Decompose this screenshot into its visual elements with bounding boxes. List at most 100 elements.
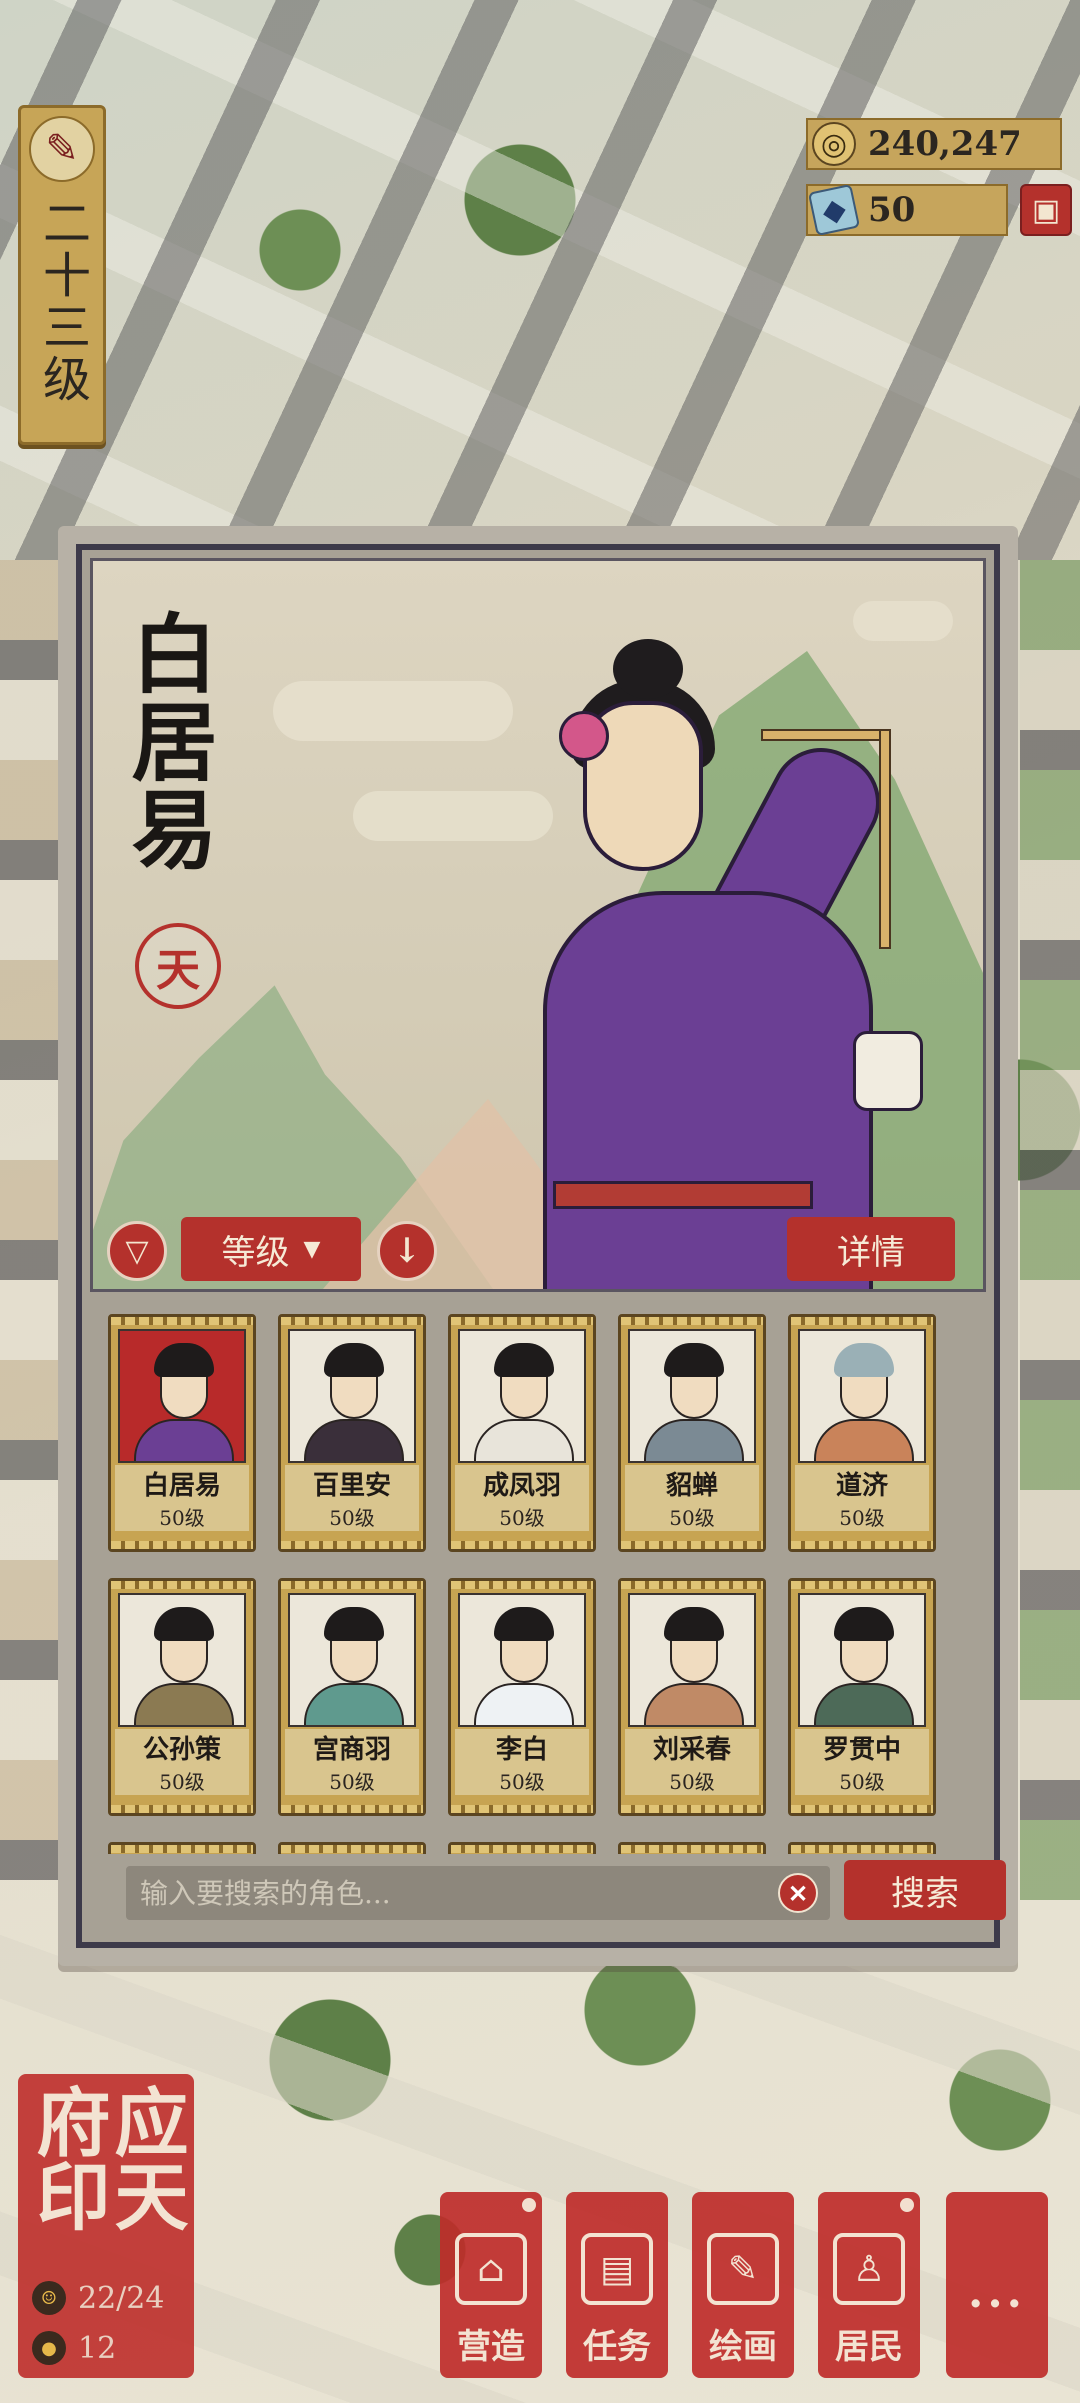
nav-label: 居民 [835,2327,903,2367]
character-card[interactable]: 成凤羽 50级 [448,1314,596,1552]
details-button[interactable]: 详情 [787,1217,955,1281]
search-input[interactable] [126,1866,766,1920]
character-seal-icon: 天 [135,923,221,1009]
character-card[interactable]: 刘采春 50级 [618,1578,766,1816]
character-card-level: 50级 [115,1766,249,1795]
character-card[interactable]: 道济 50级 [788,1314,936,1552]
city-name: 应天府印 [24,2084,188,2232]
character-card-level: 50级 [115,1502,249,1531]
nav-label: 营造 [457,2327,525,2367]
character-avatar [458,1329,586,1463]
character-panel-frame: 白居易 天 ▽ 等级 ▼ ↓ 详情 白居易 50级 百里安 50级 成凤羽 50… [76,544,1006,1948]
clear-icon[interactable]: ✕ [778,1873,818,1913]
character-card-name: 白居易 [115,1465,249,1502]
nav-paint-button[interactable]: ✎ 绘画 [692,2192,794,2378]
character-card-level: 50级 [625,1766,759,1795]
nav-label: 绘画 [709,2327,777,2367]
character-card[interactable]: 白居易 50级 [108,1314,256,1552]
sort-dropdown[interactable]: 等级 ▼ [181,1217,361,1281]
character-card[interactable]: 貂蝉 50级 [618,1314,766,1552]
sort-dropdown-label: 等级 [221,1232,290,1273]
character-avatar [798,1593,926,1727]
gem-counter[interactable]: ◆ 50 [806,183,1008,237]
more-icon: ... [968,2267,1026,2318]
figure-bun [613,639,683,699]
character-avatar [288,1593,416,1727]
resident-icon: ☺ [32,2281,66,2315]
selected-character-name: 白居易 [116,609,217,873]
player-level-label: 二十三级 [34,198,90,406]
character-card-level: 50级 [795,1502,929,1531]
character-card[interactable]: 罗贯中 50级 [788,1578,936,1816]
nav-label: 任务 [583,2327,651,2367]
character-card-name: 成凤羽 [455,1465,589,1502]
coin-bag-icon: ● [32,2331,66,2365]
character-avatar [118,1329,246,1463]
arrow-down-icon: ↓ [392,1231,422,1271]
character-card[interactable]: 公孙策 50级 [108,1578,256,1816]
cloud [273,681,513,741]
city-seal[interactable]: 应天府印 ☺ 22/24 ● 12 [18,2074,194,2378]
character-card-level: 50级 [795,1766,929,1795]
character-card[interactable] [788,1842,936,1854]
player-level-banner[interactable]: ✎ 二十三级 [18,105,106,445]
character-avatar [458,1593,586,1727]
character-card[interactable] [278,1842,426,1854]
filter-icon: ▽ [125,1233,149,1269]
character-card[interactable] [448,1842,596,1854]
nav-build-button[interactable]: ⌂ 营造 [440,2192,542,2378]
character-card[interactable]: 宫商羽 50级 [278,1578,426,1816]
city-left-edge [0,560,60,1900]
shop-chest-icon[interactable]: ▣ [1020,184,1072,236]
count-stat: ● 12 [32,2328,182,2368]
character-card[interactable] [618,1842,766,1854]
cloud [853,601,953,641]
nav-more-button[interactable]: ... [946,2192,1048,2378]
character-card-level: 50级 [285,1766,419,1795]
notification-dot [522,2198,536,2212]
nav-tasks-button[interactable]: ▤ 任务 [566,2192,668,2378]
population-value: 22/24 [78,2280,165,2316]
resident-icon: ♙ [833,2233,905,2305]
filter-button[interactable]: ▽ [107,1221,167,1281]
search-button[interactable]: 搜索 [844,1860,1006,1920]
coin-value: 240,247 [868,124,1022,164]
search-bar: ✕ [126,1866,830,1920]
carpenter-square [761,729,891,741]
chevron-down-icon: ▼ [303,1236,321,1262]
character-card-name: 宫商羽 [285,1729,419,1766]
sort-order-button[interactable]: ↓ [377,1221,437,1281]
cloud [353,791,553,841]
character-card[interactable] [108,1842,256,1854]
character-card-name: 公孙策 [115,1729,249,1766]
character-card-name: 百里安 [285,1465,419,1502]
character-card-level: 50级 [625,1502,759,1531]
city-right-edge [1020,560,1080,1900]
gem-value: 50 [868,190,916,230]
figure-teapot [853,1031,923,1111]
notification-dot [900,2198,914,2212]
character-card-level: 50级 [455,1502,589,1531]
character-card[interactable]: 李白 50级 [448,1578,596,1816]
gem-icon: ◆ [807,183,861,237]
character-card-level: 50级 [455,1766,589,1795]
character-grid: 白居易 50级 百里安 50级 成凤羽 50级 貂蝉 50级 道济 50级 公孙… [108,1314,958,1854]
character-card-name: 貂蝉 [625,1465,759,1502]
character-avatar [628,1329,756,1463]
population-stat: ☺ 22/24 [32,2278,182,2318]
character-card[interactable]: 百里安 50级 [278,1314,426,1552]
brush-icon: ✎ [707,2233,779,2305]
building-icon: ⌂ [455,2233,527,2305]
character-card-name: 李白 [455,1729,589,1766]
character-avatar [798,1329,926,1463]
character-panel: 白居易 天 ▽ 等级 ▼ ↓ 详情 白居易 50级 百里安 50级 成凤羽 50… [58,526,1018,1966]
coin-icon: ◎ [812,122,856,166]
character-avatar [118,1593,246,1727]
character-card-name: 罗贯中 [795,1729,929,1766]
nav-residents-button[interactable]: ♙ 居民 [818,2192,920,2378]
scroll-icon: ▤ [581,2233,653,2305]
character-card-name: 道济 [795,1465,929,1502]
coin-counter[interactable]: ◎ 240,247 [806,118,1062,170]
figure-belt [553,1181,813,1209]
character-portrait: 白居易 天 ▽ 等级 ▼ ↓ 详情 [90,558,986,1292]
